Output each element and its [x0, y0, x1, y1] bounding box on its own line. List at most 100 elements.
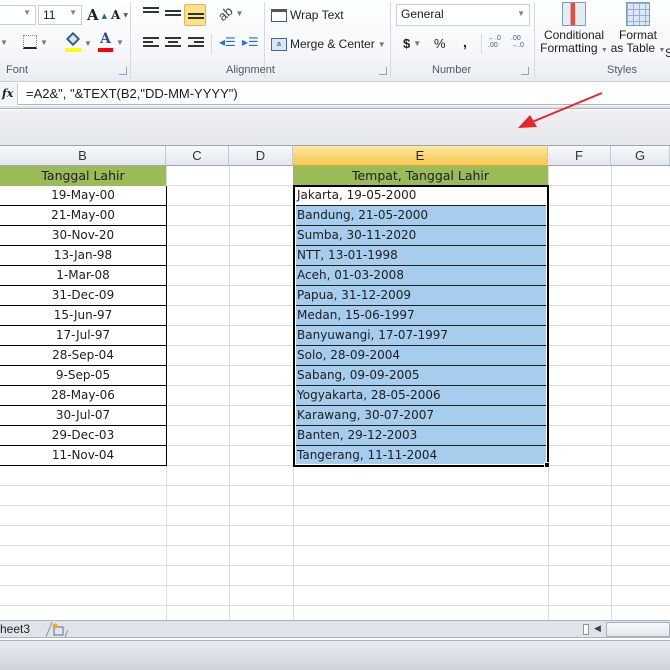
group-separator	[130, 2, 131, 78]
chevron-down-icon: ▼	[69, 8, 77, 17]
table-row-b[interactable]: 28-Sep-04	[0, 346, 167, 366]
table-row-b[interactable]: 29-Dec-03	[0, 426, 167, 446]
styles-group-label: Styles	[607, 64, 637, 76]
header-tanggal-lahir[interactable]: Tanggal Lahir	[0, 166, 166, 186]
chevron-down-icon: ▼	[413, 39, 422, 48]
wrap-text-button[interactable]: Wrap Text	[271, 8, 344, 22]
decrease-decimal-button[interactable]: .00 →.0	[511, 35, 529, 49]
table-row-e[interactable]: Banyuwangi, 17-07-1997	[294, 326, 548, 346]
alignment-dialog-launcher[interactable]	[379, 67, 387, 75]
number-format-value: General	[401, 7, 444, 21]
table-row-e[interactable]: NTT, 13-01-1998	[294, 246, 548, 266]
status-bar	[0, 640, 670, 670]
table-row-b[interactable]: 11-Nov-04	[0, 446, 167, 466]
cell-styles-button[interactable]: S	[665, 46, 670, 60]
column-header-d[interactable]: D	[229, 146, 293, 166]
number-dialog-launcher[interactable]	[521, 67, 529, 75]
comma-button[interactable]: ,	[463, 34, 467, 50]
fill-color-button[interactable]: ▼	[65, 31, 92, 52]
orientation-button[interactable]: ab ▼	[214, 3, 244, 24]
table-row-e[interactable]: Jakarta, 19-05-2000	[294, 186, 548, 206]
scroll-left-icon[interactable]: ◀	[594, 623, 601, 634]
decrease-indent-button[interactable]: ◂☰	[219, 35, 236, 49]
increase-indent-button[interactable]: ▸☰	[242, 35, 259, 49]
bottom-align-button[interactable]	[184, 4, 206, 26]
borders-button[interactable]: ▼	[23, 35, 48, 49]
header-tempat-tanggal-lahir[interactable]: Tempat, Tanggal Lahir	[293, 166, 548, 186]
increase-indent-icon: ▸☰	[242, 35, 259, 49]
table-row-e[interactable]: Solo, 28-09-2004	[294, 346, 548, 366]
orientation-icon: ab	[214, 3, 236, 24]
table-row-b[interactable]: 30-Jul-07	[0, 406, 167, 426]
table-row-b[interactable]: 9-Sep-05	[0, 366, 167, 386]
top-align-icon[interactable]	[143, 7, 159, 19]
shrink-font-button[interactable]: A ▼	[111, 8, 128, 22]
red-arrow-annotation	[518, 92, 603, 128]
font-size-dropdown[interactable]: 11 ▼	[38, 5, 82, 25]
table-row-b[interactable]: 21-May-00	[0, 206, 167, 226]
formula-input[interactable]: =A2&", "&TEXT(B2,"DD-MM-YYYY")	[26, 86, 238, 101]
gridline	[229, 166, 230, 620]
group-separator	[481, 34, 482, 54]
table-row-e[interactable]: Medan, 15-06-1997	[294, 306, 548, 326]
column-header-g[interactable]: G	[611, 146, 670, 166]
table-row-b[interactable]: 28-May-06	[0, 386, 167, 406]
sheet-tab[interactable]: heet3	[0, 621, 30, 638]
font-color-button[interactable]: A ▼	[98, 31, 124, 52]
font-name-dropdown[interactable]: ▼	[0, 5, 36, 25]
table-row-b[interactable]: 15-Jun-97	[0, 306, 167, 326]
chevron-down-icon: ▼	[517, 9, 525, 18]
merge-center-label: Merge & Center	[290, 37, 375, 51]
group-separator	[211, 34, 212, 54]
percent-button[interactable]: %	[434, 36, 446, 51]
align-center-icon[interactable]	[165, 37, 181, 49]
middle-align-icon[interactable]	[165, 10, 181, 22]
conditional-formatting-button[interactable]: Conditional Formatting ▼	[540, 2, 608, 62]
table-row-e[interactable]: Yogyakarta, 28-05-2006	[294, 386, 548, 406]
format-as-table-button[interactable]: Format as Table ▼	[610, 2, 666, 62]
borders-icon	[23, 35, 37, 49]
wrap-text-icon	[271, 8, 287, 22]
column-header-f[interactable]: F	[548, 146, 611, 166]
font-color-bar	[98, 48, 113, 52]
merge-center-button[interactable]: a Merge & Center ▼	[271, 37, 386, 51]
table-row-e[interactable]: Karawang, 30-07-2007	[294, 406, 548, 426]
font-color-icon: A	[98, 31, 113, 52]
table-row-e[interactable]: Sumba, 30-11-2020	[294, 226, 548, 246]
fill-handle[interactable]	[544, 462, 550, 468]
up-icon: ▲	[101, 10, 108, 20]
currency-button[interactable]: $ ▼	[403, 36, 421, 51]
table-row-b[interactable]: 13-Jan-98	[0, 246, 167, 266]
border-dropdown-left[interactable]: ▼	[0, 38, 8, 47]
table-row-e[interactable]: Sabang, 09-09-2005	[294, 366, 548, 386]
table-row-b[interactable]: 17-Jul-97	[0, 326, 167, 346]
font-group-label: Font	[6, 64, 29, 76]
insert-function-icon[interactable]: fx	[0, 83, 18, 105]
table-row-e[interactable]: Banten, 29-12-2003	[294, 426, 548, 446]
format-as-table-label-2: as Table	[610, 41, 656, 55]
conditional-formatting-label-2: Formatting	[540, 41, 598, 55]
column-header-c[interactable]: C	[166, 146, 229, 166]
table-row-b[interactable]: 19-May-00	[0, 186, 167, 206]
horizontal-scrollbar[interactable]	[606, 622, 670, 637]
conditional-formatting-icon	[562, 2, 586, 26]
comma-icon: ,	[463, 34, 467, 50]
table-row-e[interactable]: Papua, 31-12-2009	[294, 286, 548, 306]
tab-split-handle[interactable]	[583, 624, 589, 635]
table-row-b[interactable]: 31-Dec-09	[0, 286, 167, 306]
column-header-b[interactable]: B	[0, 146, 166, 166]
font-size-value: 11	[43, 8, 56, 22]
insert-worksheet-icon[interactable]	[46, 622, 68, 637]
font-dialog-launcher[interactable]	[119, 67, 127, 75]
align-left-icon[interactable]	[143, 37, 159, 49]
grow-font-button[interactable]: A ▲	[87, 6, 107, 24]
table-row-b[interactable]: 30-Nov-20	[0, 226, 167, 246]
table-row-e[interactable]: Aceh, 01-03-2008	[294, 266, 548, 286]
table-row-e[interactable]: Tangerang, 11-11-2004	[294, 446, 548, 466]
column-header-e[interactable]: E	[293, 146, 548, 166]
table-row-b[interactable]: 1-Mar-08	[0, 266, 167, 286]
table-row-e[interactable]: Bandung, 21-05-2000	[294, 206, 548, 226]
number-format-dropdown[interactable]: General ▼	[396, 4, 530, 26]
increase-decimal-button[interactable]: ←.0 .00	[488, 35, 506, 49]
align-right-icon[interactable]	[188, 37, 204, 49]
